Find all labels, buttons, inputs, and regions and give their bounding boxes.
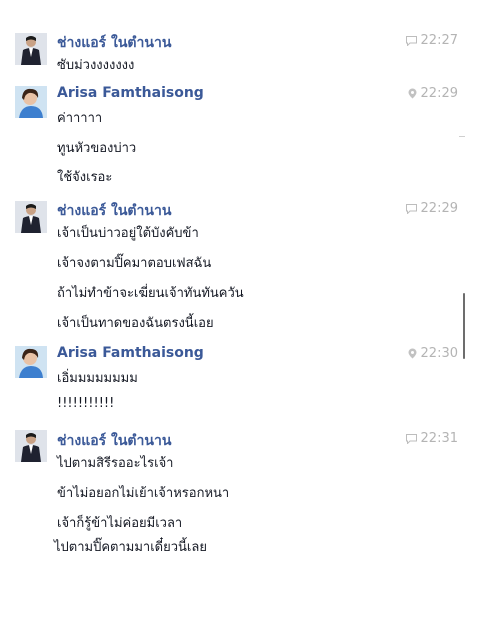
timestamp: 22:30 <box>420 346 458 361</box>
sender-avatar[interactable] <box>15 430 47 462</box>
location-pin-icon <box>408 348 417 359</box>
message-meta: 22:27 <box>405 33 458 48</box>
sender-name[interactable]: ช่างแอร์ ในตำนาน <box>57 200 171 222</box>
message-text: เจ้าก็รู้ข้าไม่ค่อยมีเวลา <box>57 516 183 531</box>
sender-avatar[interactable] <box>15 346 47 378</box>
scrollbar-thumb[interactable] <box>463 293 465 359</box>
message-text: ไปตามสิรีรออะไรเจ้า <box>57 456 174 471</box>
location-pin-icon <box>408 88 417 99</box>
sender-name[interactable]: ช่างแอร์ ในตำนาน <box>57 430 171 452</box>
timestamp: 22:27 <box>420 33 458 48</box>
timestamp: 22:29 <box>420 86 458 101</box>
message-meta: 22:30 <box>408 346 458 361</box>
message-text: เจ้าจงตามปิ๊คมาตอบเฟสฉัน <box>57 256 212 271</box>
message-meta: 22:29 <box>405 201 458 216</box>
message-text: ไปตามปิ๊คตามมาเดี๋ยวนี้เลย <box>54 540 207 555</box>
sender-name[interactable]: ช่างแอร์ ในตำนาน <box>57 32 171 54</box>
sender-avatar[interactable] <box>15 201 47 233</box>
chat-bubble-icon <box>405 203 417 214</box>
man-in-suit-avatar-icon <box>15 33 47 65</box>
sender-avatar[interactable] <box>15 86 47 118</box>
message-text: เอิ่มมมมมมมม <box>57 371 138 386</box>
divider-tick <box>459 136 465 137</box>
chat-bubble-icon <box>405 433 417 444</box>
message-text: ข้าไม่อยอกไม่เย้าเจ้าหรอกหนา <box>57 486 230 501</box>
message-text: ซับม่วงงงงงงง <box>57 58 135 73</box>
sender-avatar[interactable] <box>15 33 47 65</box>
message-text: ทูนหัวของบ่าว <box>57 141 137 156</box>
message-text: ใช้จังเรอะ <box>57 170 113 185</box>
chat-bubble-icon <box>405 35 417 46</box>
sender-name[interactable]: Arisa Famthaisong <box>57 85 204 101</box>
sender-name[interactable]: Arisa Famthaisong <box>57 345 204 361</box>
woman-avatar-icon <box>15 86 47 118</box>
man-in-suit-avatar-icon <box>15 201 47 233</box>
message-text: เจ้าเป็นทาดของฉันตรงนี้เอย <box>57 316 214 331</box>
message-text: ค่าาาาา <box>57 111 103 126</box>
message-meta: 22:29 <box>408 86 458 101</box>
message-text: !!!!!!!!!!! <box>57 396 115 411</box>
man-in-suit-avatar-icon <box>15 430 47 462</box>
timestamp: 22:31 <box>420 431 458 446</box>
message-meta: 22:31 <box>405 431 458 446</box>
woman-avatar-icon <box>15 346 47 378</box>
message-text: เจ้าเป็นบ่าวอยู่ใต้บังคับข้า <box>57 226 199 241</box>
timestamp: 22:29 <box>420 201 458 216</box>
message-text: ถ้าไม่ทำข้าจะเฆี่ยนเจ้าทันทันควัน <box>57 286 244 301</box>
